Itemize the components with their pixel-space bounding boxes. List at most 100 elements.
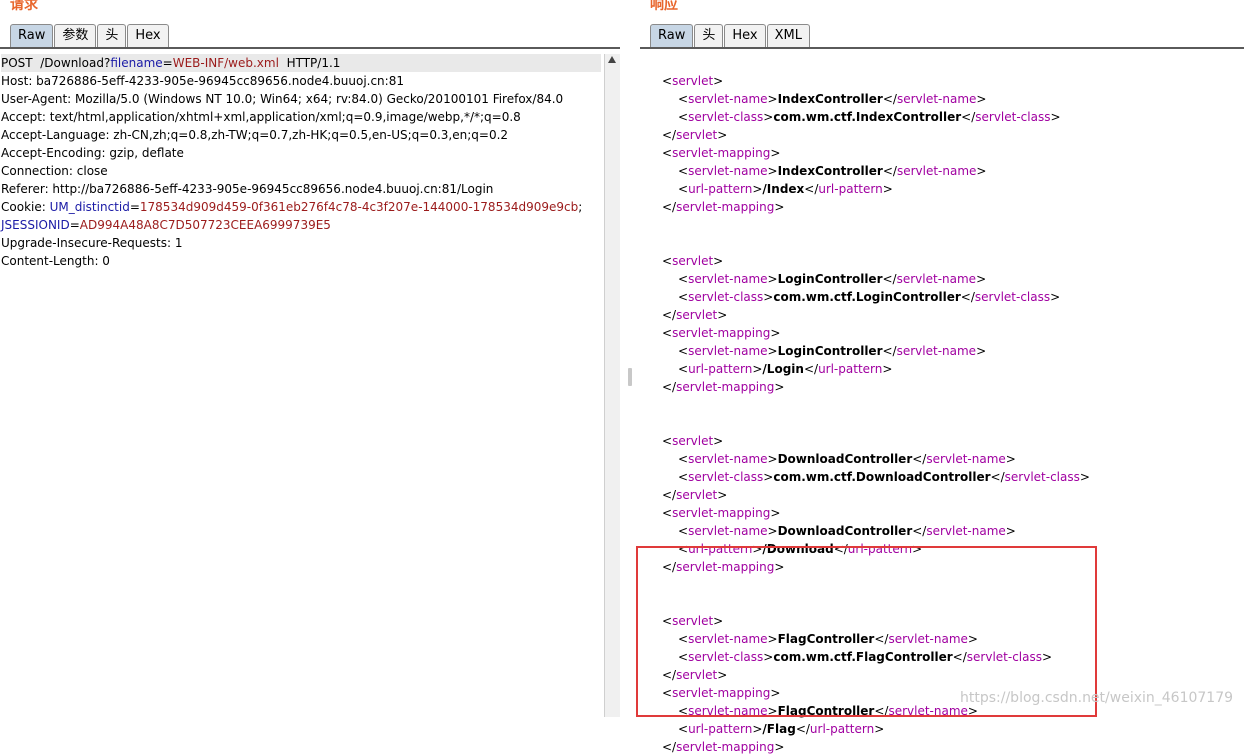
servlet-name-line: <servlet-name>LoginController</servlet-n… [662,342,1242,360]
xml-value: DownloadController [777,452,913,466]
request-title: 请求 [10,0,38,13]
tab-hex[interactable]: Hex [724,24,766,47]
tab-params[interactable]: 参数 [54,24,97,47]
xml-value: DownloadController [777,524,913,538]
xml-tag: </servlet> [662,488,728,502]
header-referer: Referer: http://ba726886-5eff-4233-905e-… [1,182,494,196]
xml-tag: <servlet-name> [678,452,778,466]
servlet-name-line: <servlet-name>DownloadController</servle… [662,450,1242,468]
xml-tag: <servlet-mapping> [662,506,781,520]
header-accept-encoding: Accept-Encoding: gzip, deflate [1,146,184,160]
tab-headers[interactable]: 头 [694,24,724,47]
url-pattern-line: <url-pattern>/Login</url-pattern> [662,360,1242,378]
xml-tag: </url-pattern> [803,362,893,376]
response-title: 响应 [650,0,678,13]
xml-tag: <servlet-mapping> [662,146,781,160]
xml-tag: <servlet> [662,74,724,88]
xml-tag: <servlet-mapping> [662,326,781,340]
request-pane: 请求 Raw 参数 头 Hex POST /Download?filename=… [0,0,620,717]
request-scrollbar[interactable] [604,54,620,717]
xml-tag: </servlet> [662,308,728,322]
xml-tag: <servlet-class> [678,290,774,304]
xml-tag: </servlet-class> [961,110,1061,124]
splitter-grip-icon[interactable] [628,368,632,386]
header-accept-language: Accept-Language: zh-CN,zh;q=0.8,zh-TW;q=… [1,128,509,142]
servlet-close: </servlet> [662,126,1242,144]
xml-tag: </servlet-name> [882,164,987,178]
tab-raw[interactable]: Raw [650,24,694,47]
query-param-value: WEB-INF/web.xml [172,56,279,70]
request-editor[interactable]: POST /Download?filename=WEB-INF/web.xml … [1,54,601,270]
cookie-value: AD994A48A8C7D507723CEEA6999739E5 [79,218,331,232]
servlet-name-line: <servlet-name>IndexController</servlet-n… [662,90,1242,108]
servlet-mapping-open: <servlet-mapping> [662,504,1242,522]
servlet-class-line: <servlet-class>com.wm.ctf.IndexControlle… [662,108,1242,126]
semicolon: ; [578,200,583,214]
tab-headers[interactable]: 头 [97,24,127,47]
cookie-label: Cookie: [1,200,50,214]
scroll-up-arrow-icon[interactable] [608,56,616,63]
header-upgrade-insecure: Upgrade-Insecure-Requests: 1 [1,236,183,250]
xml-tag: <servlet-name> [678,524,778,538]
servlet-close: </servlet> [662,486,1242,504]
xml-tag: </servlet-name> [912,524,1016,538]
servlet-class-line: <servlet-class>com.wm.ctf.DownloadContro… [662,468,1242,486]
header-cookie: Cookie: UM_distinctid=178534d909d459-0f3… [1,198,601,216]
xml-tag: <servlet-name> [678,92,778,106]
servlet-name-line: <servlet-name>DownloadController</servle… [662,522,1242,540]
xml-tag: <url-pattern> [678,182,763,196]
url-pattern-line: <url-pattern>/Flag</url-pattern> [662,720,1242,738]
equals-sign: = [162,56,173,70]
cookie-name: JSESSIONID [1,218,70,232]
xml-tag: </url-pattern> [804,182,893,196]
servlet-open: <servlet> [662,252,1242,270]
xml-tag: </servlet-mapping> [662,740,785,754]
servlet-class-line: <servlet-class>com.wm.ctf.LoginControlle… [662,288,1242,306]
xml-value: LoginController [777,272,883,286]
request-tabs: Raw 参数 头 Hex [10,24,170,48]
xml-tag: <servlet-name> [678,344,778,358]
xml-tag: </servlet-name> [882,272,987,286]
xml-tag: </servlet-mapping> [662,200,785,214]
xml-tag: </servlet-name> [912,452,1016,466]
xml-tag: </servlet-name> [882,344,987,358]
xml-tag: <url-pattern> [678,722,763,736]
xml-tag: </servlet-class> [960,290,1061,304]
servlet-mapping-close: </servlet-mapping> [662,738,1242,756]
cookie-value: 178534d909d459-0f361eb276f4c78-4c3f207e-… [139,200,579,214]
equals-sign: = [129,200,140,214]
header-connection: Connection: close [1,164,108,178]
xml-tag: <servlet-class> [678,470,774,484]
servlet-close: </servlet> [662,306,1242,324]
xml-tag: <servlet> [662,434,724,448]
tab-hex[interactable]: Hex [127,24,169,47]
xml-value: com.wm.ctf.DownloadController [773,470,991,484]
xml-value: /Flag [762,722,796,736]
request-line: POST /Download?filename=WEB-INF/web.xml … [1,54,601,72]
tab-underline [0,47,620,49]
xml-value: IndexController [777,164,883,178]
tab-xml[interactable]: XML [766,24,810,47]
header-content-length: Content-Length: 0 [1,254,110,268]
xml-value: com.wm.ctf.IndexController [773,110,962,124]
xml-tag: <servlet-name> [678,164,778,178]
servlet-name-line: <servlet-name>IndexController</servlet-n… [662,162,1242,180]
tab-raw[interactable]: Raw [10,24,54,47]
xml-tag: <servlet-class> [678,110,774,124]
header-accept: Accept: text/html,application/xhtml+xml,… [1,110,521,124]
header-host: Host: ba726886-5eff-4233-905e-96945cc896… [1,74,404,88]
xml-value: /Index [762,182,805,196]
protocol: HTTP/1.1 [278,56,341,70]
servlet-name-line: <servlet-name>LoginController</servlet-n… [662,270,1242,288]
header-cookie-cont: JSESSIONID=AD994A48A8C7D507723CEEA699973… [1,216,601,234]
servlet-mapping-close: </servlet-mapping> [662,198,1242,216]
method-path: POST /Download? [1,56,111,70]
servlet-open: <servlet> [662,432,1242,450]
xml-tag: <url-pattern> [678,362,763,376]
xml-value: com.wm.ctf.LoginController [773,290,961,304]
header-user-agent: User-Agent: Mozilla/5.0 (Windows NT 10.0… [1,92,564,106]
servlet-mapping-open: <servlet-mapping> [662,324,1242,342]
